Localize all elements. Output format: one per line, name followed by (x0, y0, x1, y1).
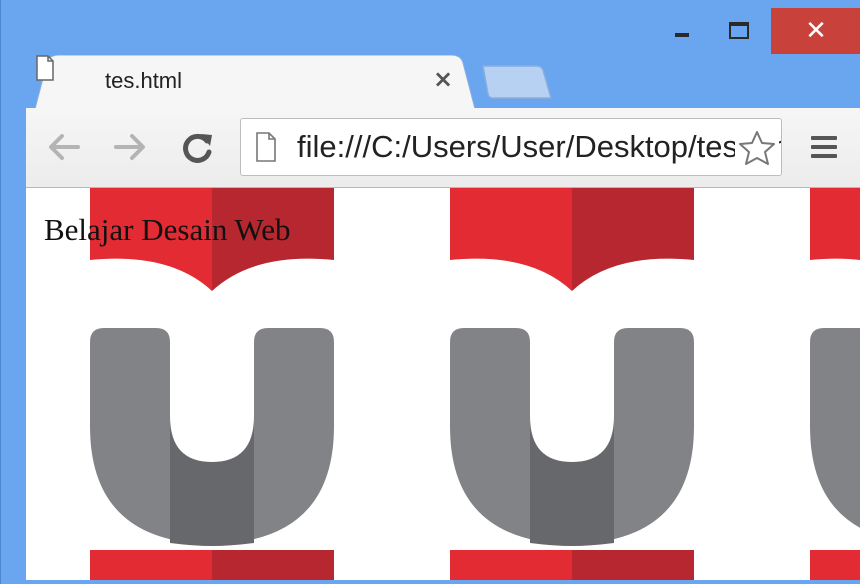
university-logo-tile (810, 188, 860, 546)
tab-shape (35, 55, 475, 109)
page-heading-text: Belajar Desain Web (44, 212, 291, 247)
toolbar: file:///C:/Users/User/Desktop/tes.html (26, 108, 860, 188)
menu-bar-line (811, 154, 837, 158)
window-bottom-border (26, 580, 860, 584)
minimize-button[interactable] (657, 8, 707, 52)
new-tab-button[interactable] (481, 64, 553, 100)
tab-title: tes.html (105, 68, 183, 93)
minimize-icon (675, 33, 689, 37)
university-logo-tile (450, 188, 694, 546)
tab-close-button[interactable]: × (433, 65, 453, 93)
maximize-icon (729, 21, 749, 39)
browser-window: ✕ tes.html × file:///C:/Users/User/Deskt… (0, 0, 860, 584)
close-window-button[interactable]: ✕ (771, 8, 860, 54)
arrow-right-icon[interactable] (112, 132, 148, 162)
address-bar[interactable]: file:///C:/Users/User/Desktop/tes.html (240, 118, 782, 176)
tab-active[interactable]: tes.html × (35, 55, 475, 109)
star-icon[interactable] (735, 129, 779, 167)
url-text[interactable]: file:///C:/Users/User/Desktop/tes.html (297, 129, 781, 165)
page-content: Belajar Desain Web (26, 188, 860, 580)
hamburger-icon[interactable] (811, 136, 837, 163)
reload-icon[interactable] (181, 132, 215, 164)
menu-bar-line (811, 145, 837, 149)
page-icon (36, 55, 54, 81)
maximize-button[interactable] (713, 8, 765, 52)
arrow-left-icon[interactable] (46, 132, 82, 162)
page-icon (256, 132, 276, 162)
menu-bar-line (811, 136, 837, 140)
close-icon: ✕ (805, 16, 827, 46)
